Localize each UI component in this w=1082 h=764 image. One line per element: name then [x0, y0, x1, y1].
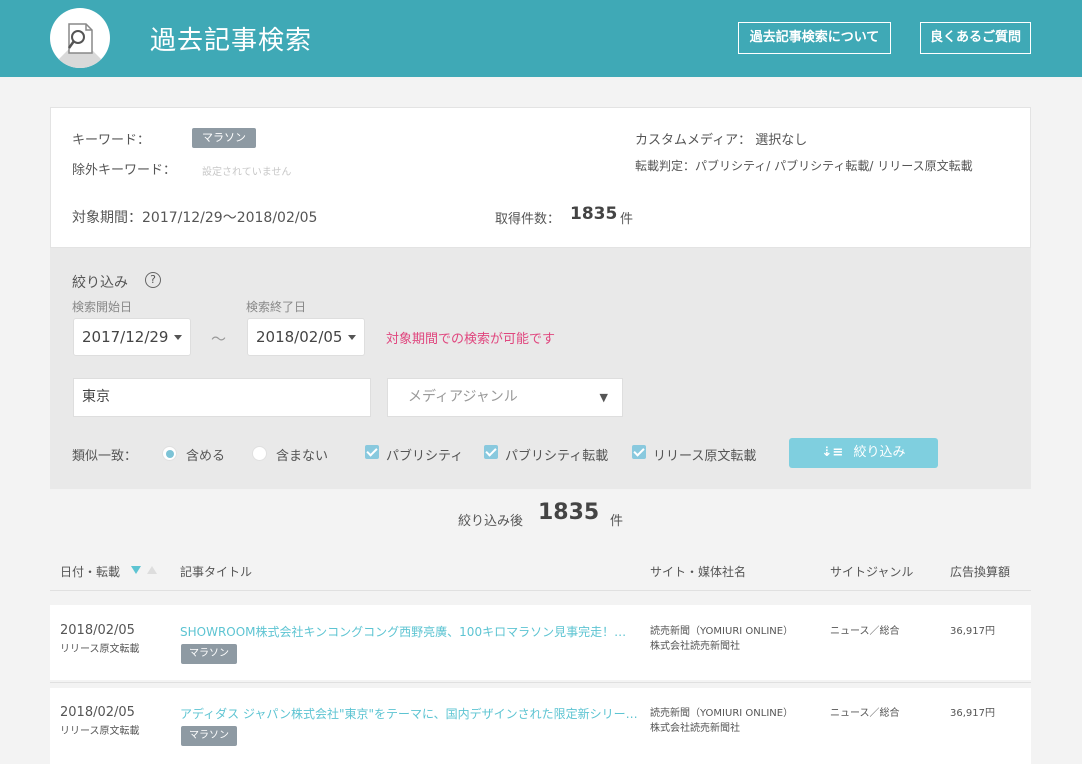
include-radio[interactable] [162, 446, 177, 461]
row-site: 読売新聞（YOMIURI ONLINE） [650, 708, 794, 719]
header-date[interactable]: 日付・転載 [60, 563, 120, 580]
exclude-keyword-label: 除外キーワード： [72, 163, 177, 178]
release-repost-checkbox[interactable] [632, 445, 646, 459]
app-title: 過去記事検索 [150, 26, 313, 56]
caret-down-icon [174, 335, 182, 340]
keyword-input[interactable]: 東京 [73, 378, 371, 417]
publicity-checkbox[interactable] [365, 445, 379, 459]
filter-title: 絞り込み [72, 275, 128, 291]
row-tag: マラソン [181, 644, 237, 664]
classification: 転載判定：パブリシティ/ パブリシティ転載/ リリース原文転載 [635, 159, 973, 173]
end-date-select[interactable]: 2018/02/05 [247, 318, 365, 356]
row-site: 読売新聞（YOMIURI ONLINE） [650, 626, 794, 637]
row-company: 株式会社読売新聞社 [650, 641, 740, 652]
custom-media: カスタムメディア： 選択なし [635, 133, 808, 148]
media-genre-select[interactable]: メディアジャンル ▼ [387, 378, 623, 417]
sort-desc-icon[interactable] [131, 566, 141, 574]
row-type: リリース原文転載 [60, 644, 140, 655]
publicity-repost-checkbox[interactable] [484, 445, 498, 459]
row-divider [50, 682, 1031, 683]
header-site[interactable]: サイト・媒体社名 [650, 563, 746, 580]
exclude-label: 含まない [276, 449, 329, 464]
count-value: 1835 [570, 204, 618, 224]
caret-down-icon [348, 335, 356, 340]
result-unit: 件 [610, 514, 624, 529]
row-type: リリース原文転載 [60, 726, 140, 737]
date-range-tilde: 〜 [211, 330, 227, 348]
result-count: 1835 [538, 500, 600, 525]
triangle-down-icon: ▼ [599, 391, 608, 404]
end-date-value: 2018/02/05 [256, 328, 343, 346]
keyword-tag: マラソン [192, 128, 256, 148]
row-amount: 36,917円 [950, 626, 995, 637]
row-genre: ニュース／総合 [830, 626, 900, 637]
header-genre[interactable]: サイトジャンル [830, 563, 913, 580]
row-title-link[interactable]: SHOWROOM株式会社キンコングコング西野亮廣、100キロマラソン見事完走！… [180, 623, 640, 640]
exclude-radio[interactable] [252, 446, 267, 461]
release-repost-label: リリース原文転載 [653, 449, 757, 464]
row-genre: ニュース／総合 [830, 708, 900, 719]
end-date-label: 検索終了日 [246, 300, 307, 314]
search-logo-icon [50, 8, 110, 68]
start-date-value: 2017/12/29 [82, 328, 169, 346]
app-header: 過去記事検索 過去記事検索について 良くあるご質問 [0, 0, 1082, 77]
header-title[interactable]: 記事タイトル [180, 563, 252, 580]
row-amount: 36,917円 [950, 708, 995, 719]
filter-sort-icon: ⇣≡ [821, 445, 844, 460]
keyword-input-value: 東京 [82, 389, 110, 405]
row-date: 2018/02/05 [60, 705, 135, 720]
help-icon[interactable]: ? [145, 272, 161, 288]
publicity-label: パブリシティ [386, 449, 464, 464]
media-genre-placeholder: メディアジャンル [408, 389, 518, 405]
start-date-label: 検索開始日 [72, 300, 133, 314]
include-label: 含める [186, 449, 226, 464]
count-label: 取得件数： [495, 212, 561, 227]
sort-asc-icon[interactable] [147, 566, 157, 574]
period-notice: 対象期間での検索が可能です [386, 332, 556, 347]
count-unit: 件 [620, 212, 634, 227]
row-company: 株式会社読売新聞社 [650, 723, 740, 734]
start-date-select[interactable]: 2017/12/29 [73, 318, 191, 356]
exclude-keyword-value: 設定されていません [202, 167, 292, 178]
result-label: 絞り込み後 [458, 514, 524, 529]
table-row [50, 605, 1031, 680]
row-title-link[interactable]: アディダス ジャパン株式会社"東京"をテーマに、国内デザインされた限定新シリー… [180, 705, 640, 722]
keyword-label: キーワード： [72, 133, 151, 148]
similar-match-label: 類似一致： [72, 449, 138, 464]
target-period: 対象期間：2017/12/29〜2018/02/05 [72, 210, 318, 226]
apply-filter-label: 絞り込み [853, 445, 906, 460]
row-tag: マラソン [181, 726, 237, 746]
publicity-repost-label: パブリシティ転載 [505, 449, 609, 464]
row-date: 2018/02/05 [60, 623, 135, 638]
header-amount[interactable]: 広告換算額 [950, 563, 1010, 580]
apply-filter-button[interactable]: ⇣≡ 絞り込み [789, 438, 938, 468]
faq-button[interactable]: 良くあるご質問 [920, 22, 1031, 54]
about-button[interactable]: 過去記事検索について [738, 22, 891, 54]
table-header-divider [50, 590, 1031, 591]
